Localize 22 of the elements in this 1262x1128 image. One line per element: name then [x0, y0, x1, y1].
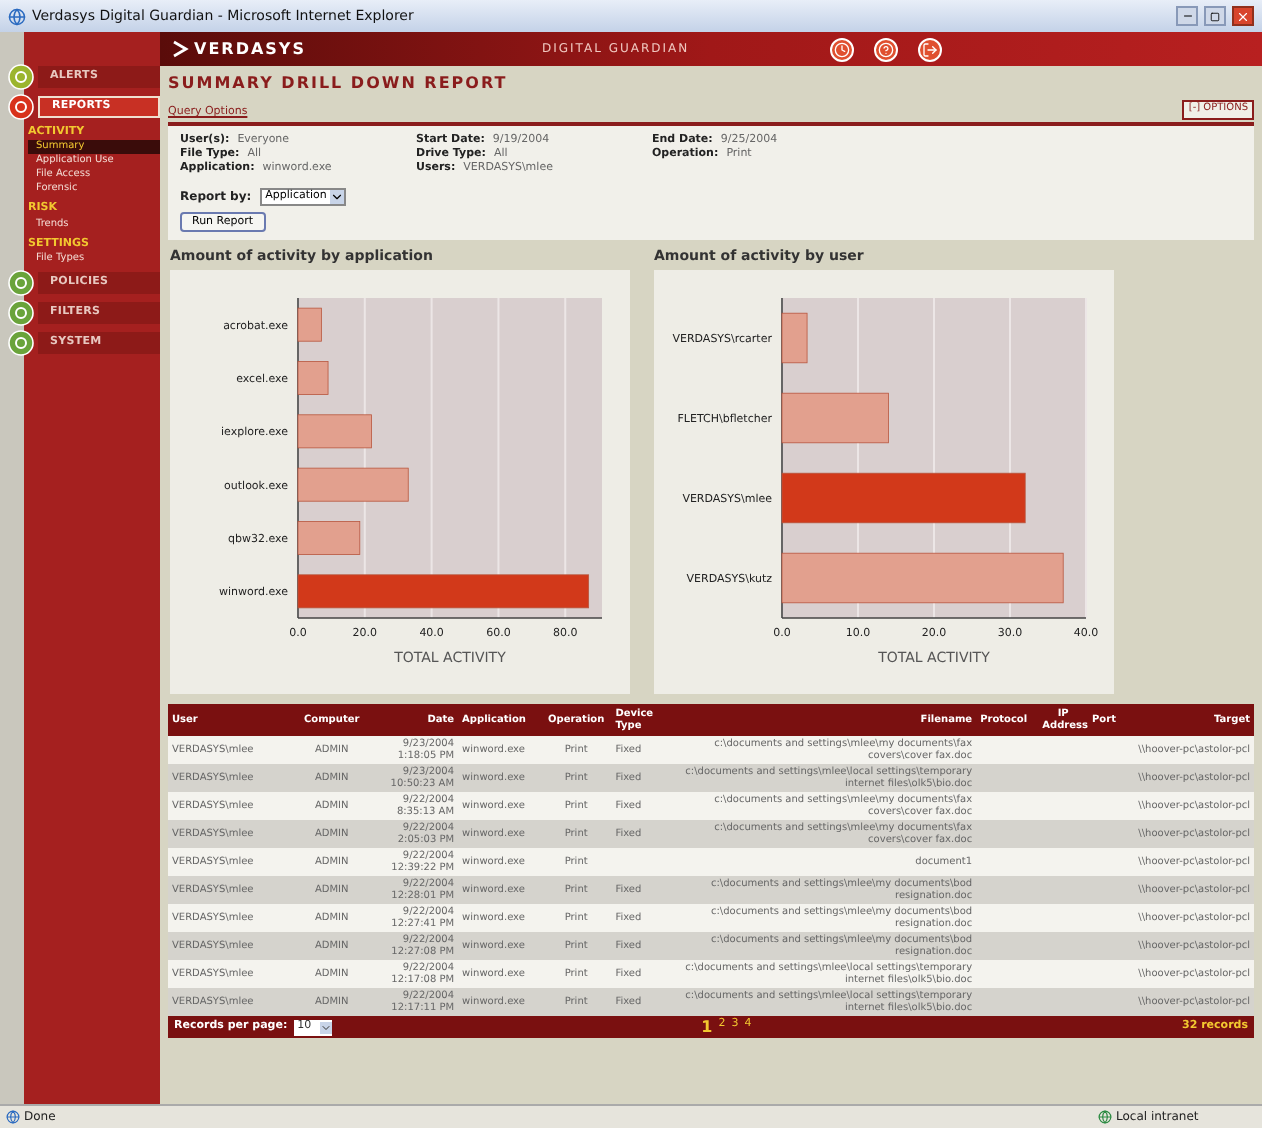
page-title: SUMMARY DRILL DOWN REPORT	[168, 72, 510, 96]
page-link[interactable]: 1	[701, 1015, 713, 1039]
globe-icon	[1098, 1110, 1112, 1124]
browser-icon	[8, 7, 26, 25]
round-emblem-icon	[8, 94, 34, 120]
close-icon	[1236, 9, 1250, 23]
round-emblem-icon	[8, 299, 34, 326]
dropdown-caret-icon	[319, 1021, 332, 1033]
round-emblem-icon	[8, 269, 34, 296]
dropdown-caret-icon	[330, 189, 345, 203]
chevron-logo-icon	[172, 40, 190, 58]
maximize-button[interactable]	[1204, 6, 1226, 26]
minimize-button[interactable]	[1176, 6, 1198, 26]
exit-button[interactable]	[917, 37, 942, 61]
help-button[interactable]	[873, 37, 898, 61]
logo-text: VERDASYS	[194, 37, 306, 61]
round-emblem-icon	[8, 64, 34, 90]
minimize-icon	[1181, 10, 1193, 22]
close-button[interactable]	[1232, 6, 1254, 26]
round-emblem-icon	[8, 329, 34, 356]
maximize-icon	[1210, 11, 1220, 21]
clock-button[interactable]	[829, 37, 854, 61]
